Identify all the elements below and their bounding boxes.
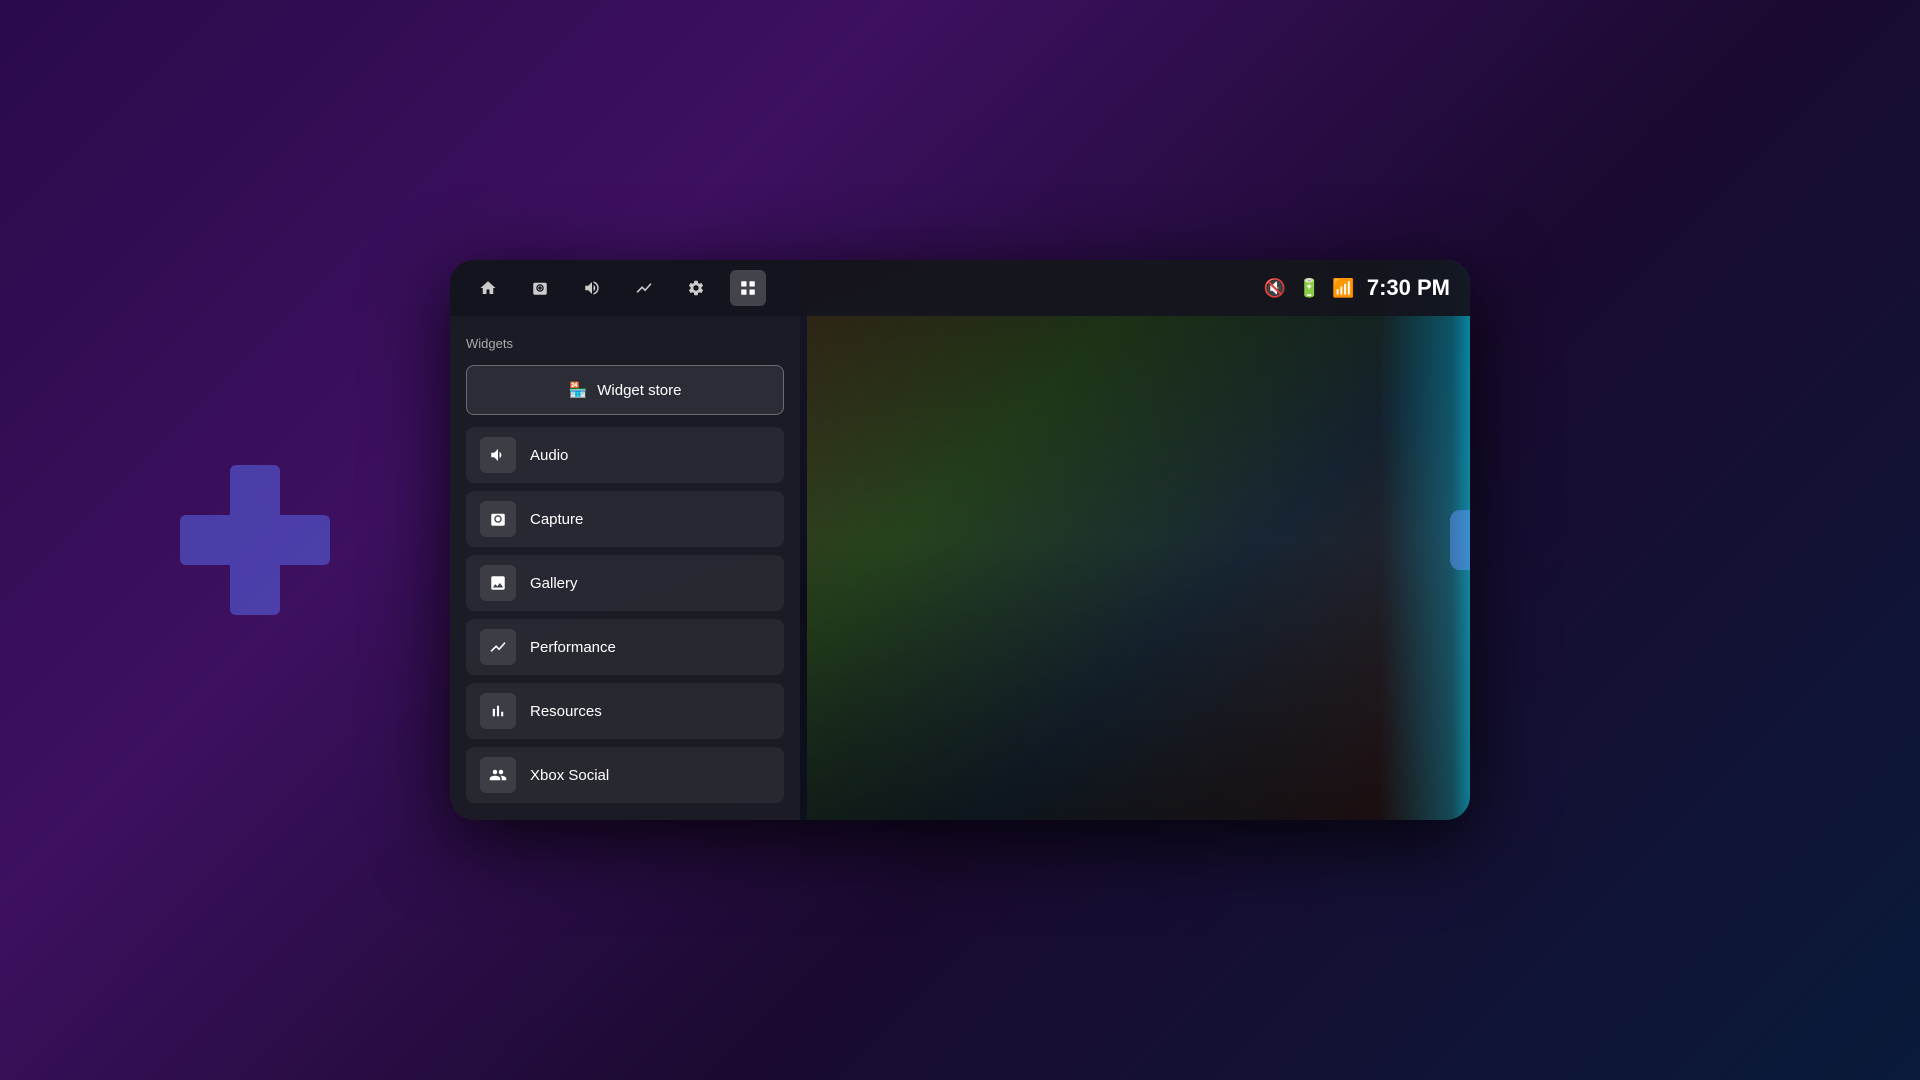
widget-item-performance[interactable]: Performance xyxy=(466,619,784,675)
camera-widget-icon xyxy=(489,510,507,528)
capture-label: Capture xyxy=(530,511,583,528)
widget-store-button[interactable]: 🏪 Widget store xyxy=(466,365,784,415)
resources-widget-icon xyxy=(480,693,516,729)
wifi-icon: 📶 xyxy=(1332,278,1354,299)
device-frame: 🔇 🔋 📶 7:30 PM Widgets 🏪 Widget store Aud… xyxy=(450,260,1470,820)
resources-label: Resources xyxy=(530,703,602,720)
widget-item-capture[interactable]: Capture xyxy=(466,491,784,547)
widget-item-gallery[interactable]: Gallery xyxy=(466,555,784,611)
home-nav-button[interactable] xyxy=(470,270,506,306)
navbar: 🔇 🔋 📶 7:30 PM xyxy=(450,260,1470,316)
gear-icon xyxy=(687,279,705,297)
widget-store-label: Widget store xyxy=(597,382,681,399)
scroll-tab[interactable] xyxy=(1450,510,1470,570)
widget-item-audio[interactable]: Audio xyxy=(466,427,784,483)
mute-icon: 🔇 xyxy=(1264,278,1286,299)
group-icon xyxy=(489,766,507,784)
speaker-widget-icon xyxy=(489,446,507,464)
nav-left xyxy=(470,270,766,306)
speaker-icon xyxy=(583,279,601,297)
gallery-icon xyxy=(489,574,507,592)
performance-nav-button[interactable] xyxy=(626,270,662,306)
widget-item-xbox-social[interactable]: Xbox Social xyxy=(466,747,784,803)
gallery-widget-icon xyxy=(480,565,516,601)
bar-chart-icon xyxy=(489,702,507,720)
audio-label: Audio xyxy=(530,447,568,464)
widgets-section-label: Widgets xyxy=(466,336,784,351)
store-icon: 🏪 xyxy=(569,381,588,399)
settings-nav-button[interactable] xyxy=(678,270,714,306)
camera-icon xyxy=(531,279,549,297)
grid-icon xyxy=(739,279,757,297)
audio-nav-button[interactable] xyxy=(574,270,610,306)
performance-icon xyxy=(635,279,653,297)
gallery-label: Gallery xyxy=(530,575,578,592)
nav-right: 🔇 🔋 📶 7:30 PM xyxy=(1264,275,1450,301)
decorative-plus xyxy=(180,465,330,615)
game-background xyxy=(807,260,1470,820)
widgets-nav-button[interactable] xyxy=(730,270,766,306)
widgets-panel: Widgets 🏪 Widget store Audio Capture xyxy=(450,316,800,820)
clock: 7:30 PM xyxy=(1367,275,1450,301)
chart-line-icon xyxy=(489,638,507,656)
capture-nav-button[interactable] xyxy=(522,270,558,306)
xbox-social-label: Xbox Social xyxy=(530,767,609,784)
audio-widget-icon xyxy=(480,437,516,473)
home-icon xyxy=(479,279,497,297)
battery-icon: 🔋 xyxy=(1298,278,1320,299)
performance-widget-icon xyxy=(480,629,516,665)
xbox-social-widget-icon xyxy=(480,757,516,793)
performance-label: Performance xyxy=(530,639,616,656)
capture-widget-icon xyxy=(480,501,516,537)
widget-item-resources[interactable]: Resources xyxy=(466,683,784,739)
